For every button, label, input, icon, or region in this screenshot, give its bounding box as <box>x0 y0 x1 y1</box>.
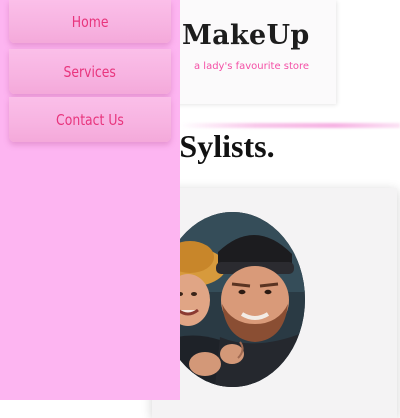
nav-item-services[interactable]: Services <box>9 49 171 94</box>
site-logo-title[interactable]: MakeUp <box>182 20 310 51</box>
stylist-photo <box>160 212 305 387</box>
nav-item-contact-us[interactable]: Contact Us <box>9 97 171 142</box>
nav-item-label: Services <box>63 62 117 81</box>
stylist-photo-image <box>160 212 305 387</box>
nav-item-label: Contact Us <box>56 110 124 129</box>
nav-item-home[interactable]: Home <box>9 0 171 43</box>
side-nav-drawer: Home Services Contact Us <box>0 0 180 400</box>
site-tagline: a lady's favourite store <box>194 61 310 72</box>
nav-item-label: Home <box>71 12 109 31</box>
